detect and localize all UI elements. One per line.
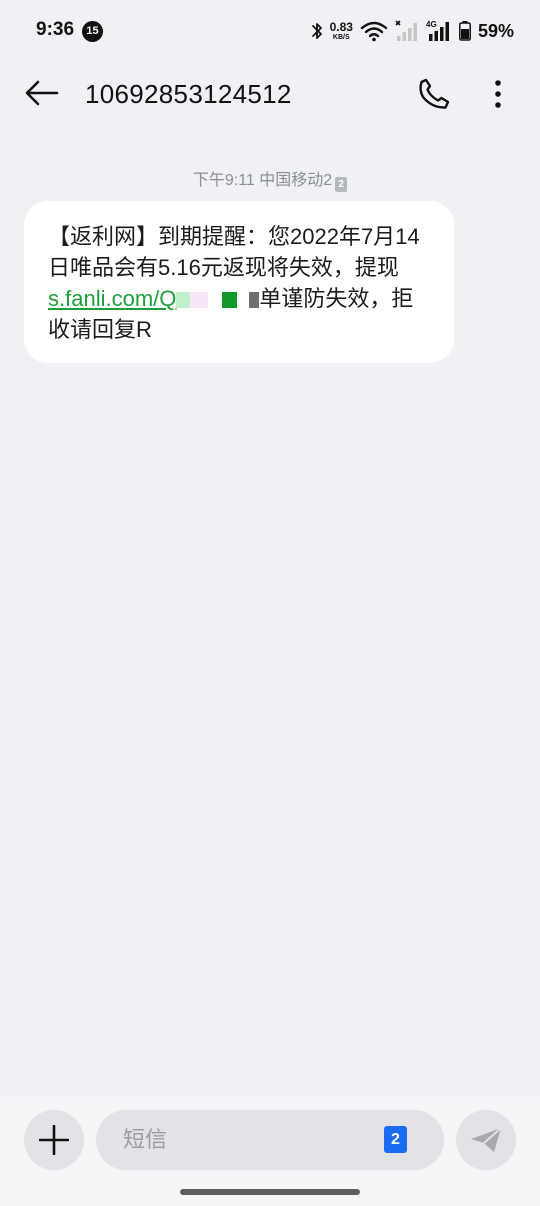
send-button[interactable]	[456, 1110, 516, 1170]
redaction-mark	[208, 292, 222, 308]
message-timestamp: 下午9:11 中国移动2 2	[0, 166, 540, 192]
network-speed: 0.83 KB/S	[329, 20, 353, 41]
bluetooth-icon	[311, 23, 322, 39]
redaction-mark	[222, 292, 238, 308]
more-options-button[interactable]	[484, 74, 512, 114]
sim-select-button[interactable]: 2	[384, 1126, 407, 1153]
call-button[interactable]	[414, 74, 454, 114]
composer-bar: 2	[0, 1097, 540, 1206]
home-indicator[interactable]	[180, 1189, 360, 1195]
conversation-header: 10692853124512	[0, 62, 540, 124]
status-icons: 0.83 KB/S 4G 59%	[311, 18, 514, 44]
status-time: 9:36	[36, 19, 75, 40]
message-bubble[interactable]: 【返利网】到期提醒：您2022年7月14日唯品会有5.16元返现将失效，提现 s…	[24, 201, 454, 363]
more-vert-icon	[495, 80, 501, 108]
notification-count-badge: 15	[82, 21, 103, 42]
redaction-mark	[176, 292, 191, 308]
signal-sim1-icon	[395, 20, 417, 41]
redaction-mark	[249, 292, 260, 308]
message-text-part1: 【返利网】到期提醒：您2022年7月14日唯品会有5.16元返现将失效，提现	[48, 224, 420, 280]
redaction-mark	[190, 292, 209, 308]
sim-card-icon: 2	[335, 177, 348, 192]
phone-icon	[419, 78, 450, 109]
back-button[interactable]	[24, 76, 60, 110]
plus-icon	[39, 1125, 69, 1155]
signal-sim2-icon: 4G	[426, 20, 449, 41]
message-link[interactable]: s.fanli.com/Q	[48, 286, 249, 311]
link-text: s.fanli.com/Q	[48, 286, 177, 311]
redaction-mark	[237, 292, 249, 308]
svg-text:4G: 4G	[426, 20, 437, 29]
battery-percent: 59%	[477, 20, 514, 41]
timestamp-text: 下午9:11 中国移动2	[192, 172, 333, 189]
status-bar: 9:36 15 0.83 KB/S 4G 59%	[0, 0, 540, 62]
attach-button[interactable]	[24, 1110, 84, 1170]
battery-icon	[459, 21, 471, 41]
wifi-icon	[360, 21, 388, 42]
contact-number-title: 10692853124512	[85, 79, 292, 109]
back-arrow-icon	[25, 80, 59, 106]
send-icon	[471, 1127, 502, 1152]
